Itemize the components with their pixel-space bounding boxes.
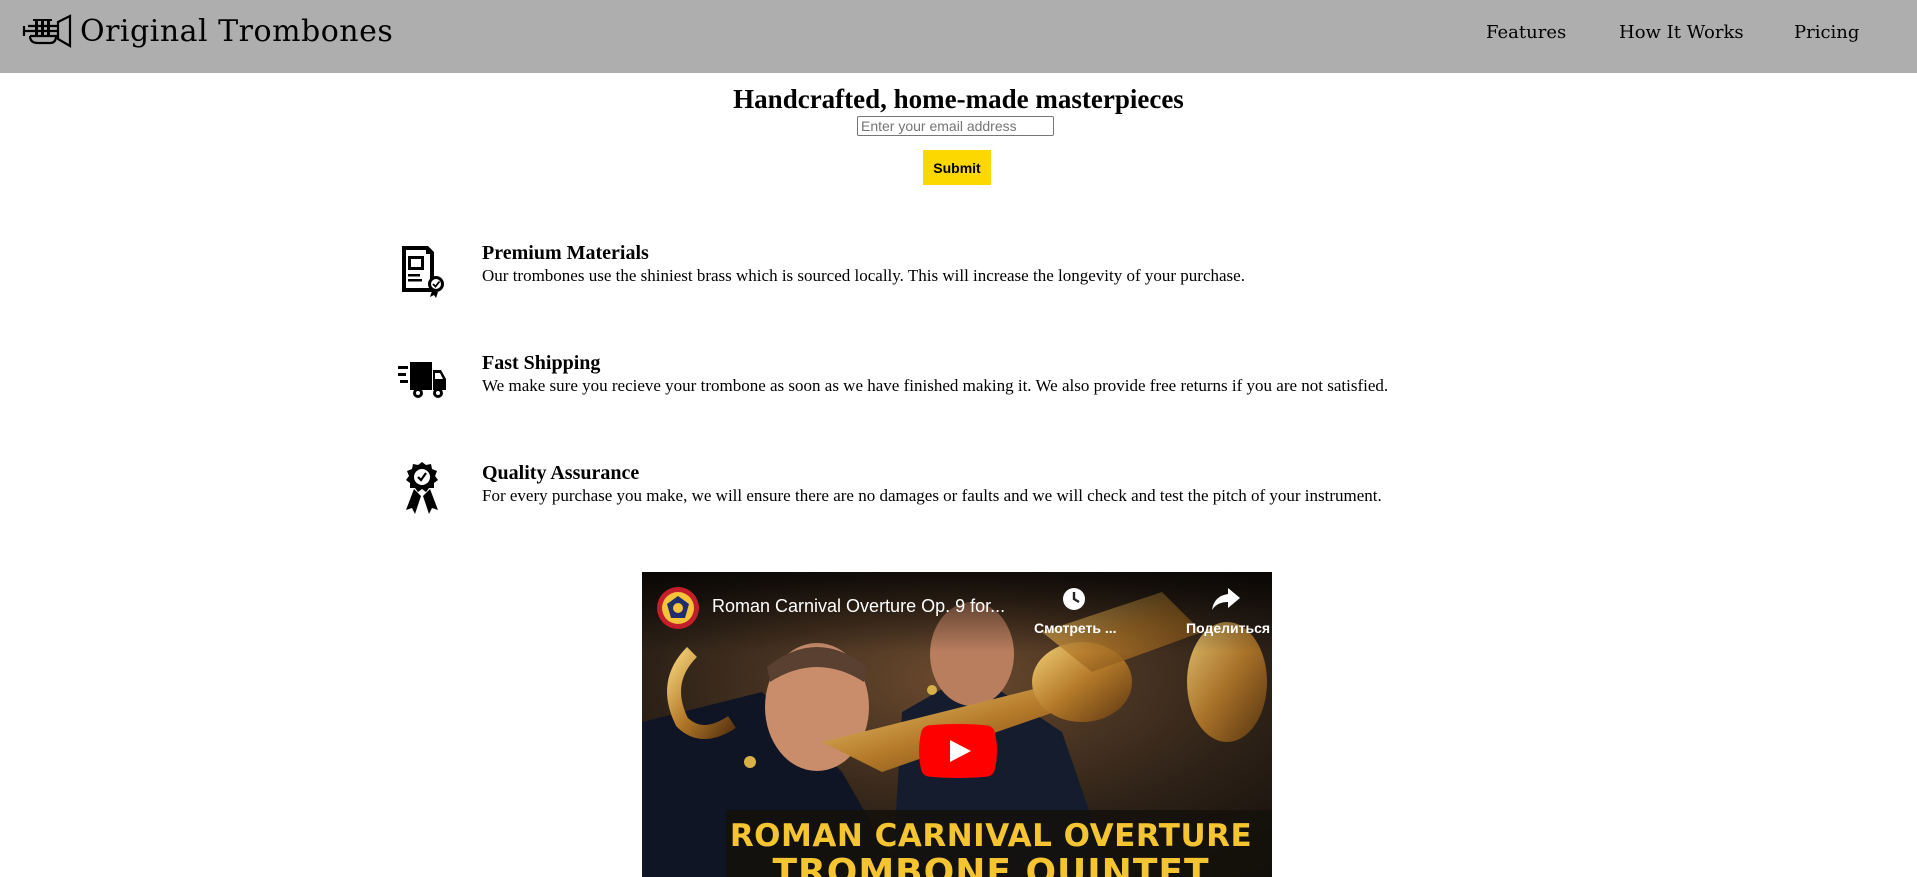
video-overlay-caption: ROMAN CARNIVAL OVERTURE TROMBONE QUINTET (726, 810, 1272, 877)
play-button[interactable] (919, 724, 997, 778)
overlay-line-2: TROMBONE QUINTET (772, 852, 1210, 877)
site-header: Original Trombones Features How It Works… (0, 0, 1917, 73)
delivery-truck-icon (398, 362, 446, 398)
feature-description: Our trombones use the shiniest brass whi… (482, 266, 1245, 285)
nav-link-how-it-works[interactable]: How It Works (1619, 22, 1744, 43)
logo[interactable]: Original Trombones (22, 12, 393, 52)
share-label: Поделиться (1186, 620, 1271, 636)
award-ribbon-icon (406, 462, 438, 514)
hero-title: Handcrafted, home-made masterpieces (733, 84, 1184, 114)
email-input[interactable] (857, 116, 1054, 136)
submit-button[interactable]: Submit (923, 150, 991, 185)
feature-title: Fast Shipping (482, 352, 601, 374)
watch-later-label: Смотреть ... (1034, 620, 1117, 636)
trumpet-icon (22, 14, 72, 48)
share-button[interactable]: Поделиться (1186, 586, 1271, 636)
feature-description: For every purchase you make, we will ens… (482, 486, 1382, 505)
feature-description: We make sure you recieve your trombone a… (482, 376, 1389, 395)
overlay-line-1: ROMAN CARNIVAL OVERTURE (729, 818, 1253, 854)
nav-link-features[interactable]: Features (1486, 22, 1566, 43)
feature-title: Quality Assurance (482, 462, 640, 484)
feature-fast-shipping: Fast Shipping We make sure you recieve y… (398, 352, 1498, 412)
certificate-document-icon (402, 246, 444, 298)
watch-later-button[interactable]: Смотреть ... (1034, 586, 1117, 636)
clock-icon (1063, 588, 1085, 610)
nav-link-pricing[interactable]: Pricing (1794, 22, 1859, 43)
logo-text: Original Trombones (80, 14, 394, 49)
feature-title: Premium Materials (482, 242, 649, 264)
channel-avatar[interactable] (656, 586, 700, 630)
share-icon (1212, 588, 1240, 610)
video-title[interactable]: Roman Carnival Overture Op. 9 for... (712, 596, 1005, 617)
feature-premium-materials: Premium Materials Our trombones use the … (398, 242, 1498, 302)
feature-quality-assurance: Quality Assurance For every purchase you… (398, 462, 1498, 522)
video-embed[interactable]: Roman Carnival Overture Op. 9 for... Смо… (642, 572, 1272, 877)
